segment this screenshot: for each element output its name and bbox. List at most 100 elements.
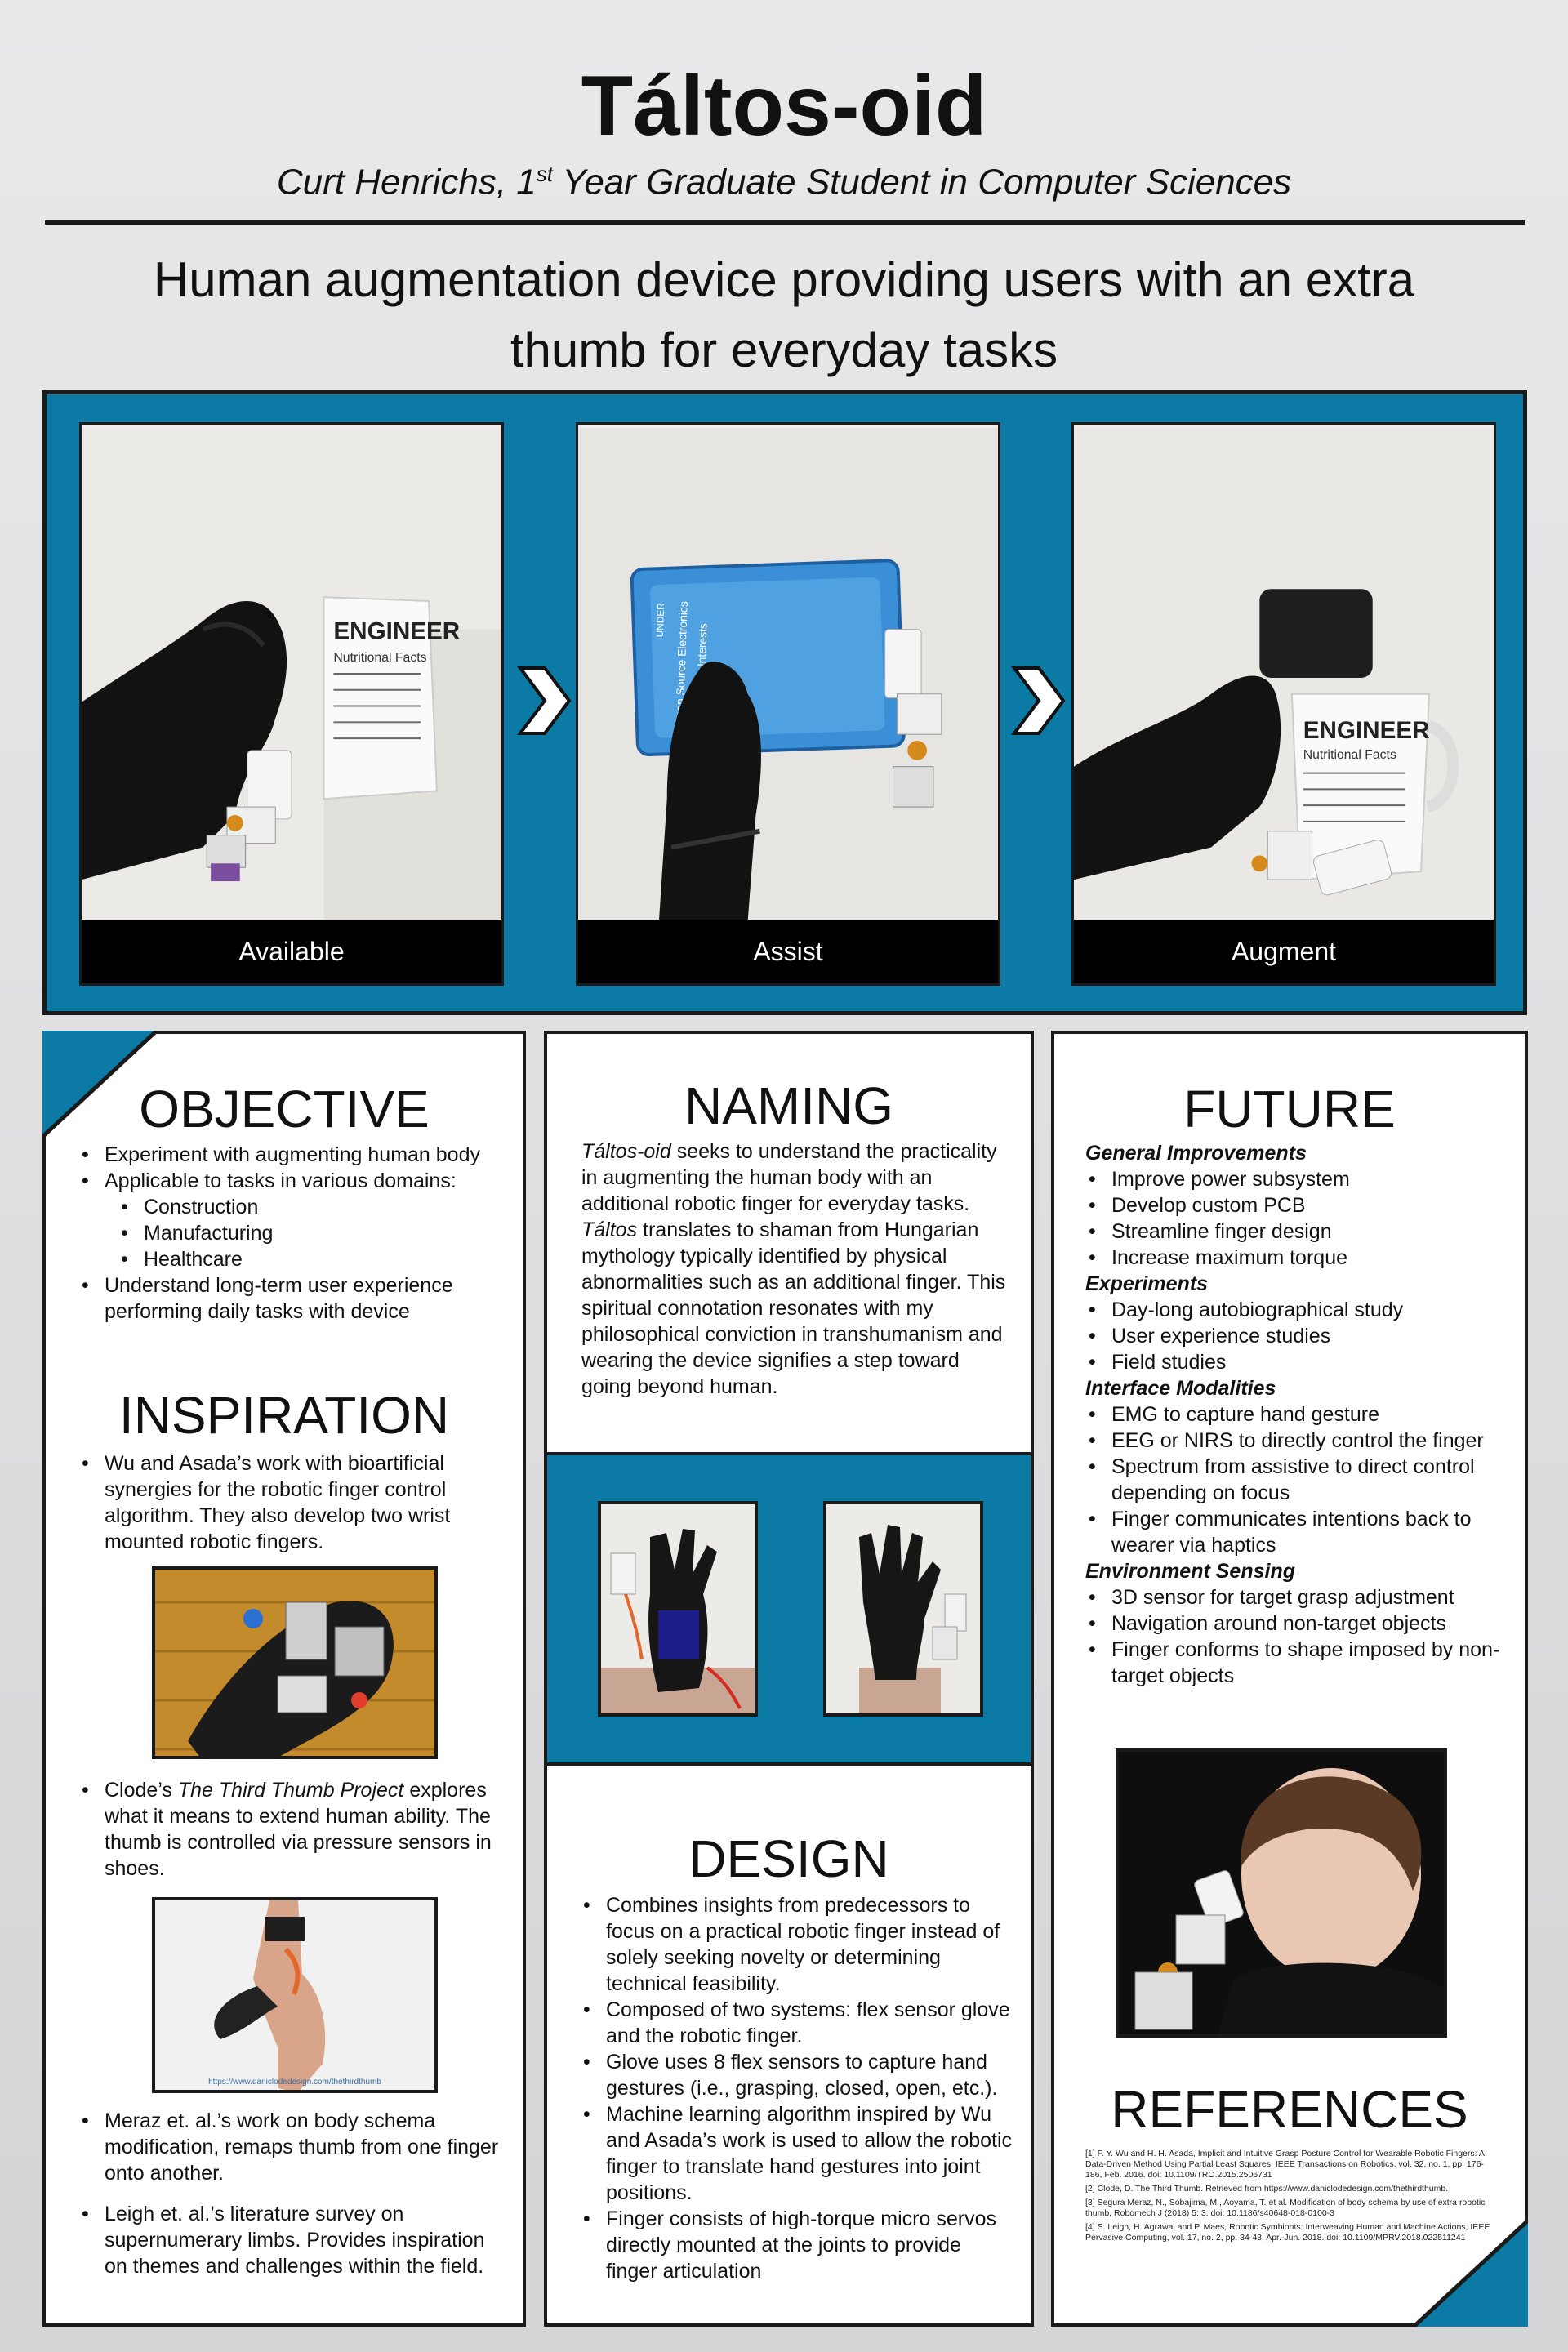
list-item: Finger conforms to shape imposed by non-… (1085, 1637, 1510, 1689)
list-item: Clode’s The Third Thumb Project explores… (78, 1777, 503, 1882)
list-item: Navigation around non-target objects (1085, 1610, 1510, 1637)
future-section-title: Experiments (1085, 1272, 1209, 1295)
future-list: 3D sensor for target grasp adjustment Na… (1085, 1584, 1510, 1689)
glove-mug-image: ENGINEER Nutritional Facts (82, 427, 501, 922)
list-item: Experiment with augmenting human body (78, 1142, 511, 1168)
list-item: Streamline finger design (1085, 1218, 1510, 1245)
design-panel: DESIGN Combines insights from predecesso… (544, 1762, 1034, 2327)
list-item: Manufacturing (78, 1220, 511, 1246)
list-item: Applicable to tasks in various domains: (78, 1168, 511, 1194)
naming-text: Táltos-oid seeks to understand the pract… (581, 1138, 1006, 1400)
mug-sublabel: Nutritional Facts (1303, 748, 1396, 762)
design-heading: DESIGN (688, 1829, 889, 1888)
glove-back-photo (823, 1501, 983, 1717)
robotic-fingers-image (155, 1570, 434, 1756)
inspiration-heading: INSPIRATION (118, 1386, 450, 1445)
list-item: Spectrum from assistive to direct contro… (1085, 1454, 1510, 1506)
list-item: Field studies (1085, 1349, 1510, 1375)
author-sup: st (536, 162, 553, 186)
list-item: Improve power subsystem (1085, 1166, 1510, 1192)
inspiration-list-1: Wu and Asada’s work with bioartificial s… (78, 1450, 503, 1555)
list-item: Increase maximum torque (1085, 1245, 1510, 1271)
naming-emphasis: Táltos-oid (581, 1140, 671, 1163)
third-thumb-figure: https://www.daniclodedesign.com/thethird… (152, 1897, 438, 2093)
list-item: Glove uses 8 flex sensors to capture han… (580, 2049, 1013, 2101)
future-content: General Improvements Improve power subsy… (1085, 1140, 1510, 1689)
naming-panel: NAMING Táltos-oid seeks to understand th… (544, 1031, 1034, 1455)
reference-item: [3] Segura Meraz, N., Sobajima, M., Aoya… (1085, 2198, 1486, 2218)
objective-inspiration-panel: OBJECTIVE Experiment with augmenting hum… (42, 1031, 526, 2327)
references-heading: REFERENCES (1111, 2080, 1468, 2139)
future-list: Day-long autobiographical study User exp… (1085, 1297, 1510, 1375)
list-item: Finger communicates intentions back to w… (1085, 1506, 1510, 1558)
list-item: Leigh et. al.’s literature survey on sup… (78, 2201, 503, 2279)
glove-front-photo (598, 1501, 758, 1717)
glove-photos-band (544, 1452, 1034, 1766)
list-item: Day-long autobiographical study (1085, 1297, 1510, 1323)
mug-label: ENGINEER (1303, 717, 1430, 744)
future-section-title: Environment Sensing (1085, 1560, 1295, 1583)
poster-subtitle: Human augmentation device providing user… (49, 245, 1519, 385)
caption-assist: Assist (578, 920, 998, 983)
inspiration-list-2: Clode’s The Third Thumb Project explores… (78, 1777, 503, 1882)
future-heading: FUTURE (1183, 1080, 1396, 1138)
reference-item: [1] F. Y. Wu and H. H. Asada, Implicit a… (1085, 2149, 1485, 2180)
portrait-image (1119, 1752, 1444, 2034)
list-item: Combines insights from predecessors to f… (580, 1892, 1013, 1997)
item-emphasis: The Third Thumb Project (177, 1779, 404, 1802)
inspiration-list-3: Meraz et. al.’s work on body schema modi… (78, 2108, 503, 2279)
list-item: Finger consists of high-torque micro ser… (580, 2206, 1013, 2284)
list-item: 3D sensor for target grasp adjustment (1085, 1584, 1510, 1610)
header-rule (45, 220, 1525, 225)
naming-text-2: translates to shaman from Hungarian myth… (581, 1218, 1006, 1398)
two-mugs-image: ENGINEER Nutritional Facts (1074, 427, 1494, 922)
subtitle-line-2: thumb for everyday tasks (510, 323, 1058, 377)
mug-label: ENGINEER (333, 618, 460, 645)
chevron-right-icon (1011, 666, 1066, 735)
flex-glove-image (601, 1504, 755, 1713)
list-item: Meraz et. al.’s work on body schema modi… (78, 2108, 503, 2186)
wu-asada-figure (152, 1566, 438, 1759)
list-item: Construction (78, 1194, 511, 1220)
objective-heading: OBJECTIVE (139, 1080, 430, 1138)
item-text: Clode’s (105, 1779, 178, 1802)
list-item: User experience studies (1085, 1323, 1510, 1349)
author-portrait (1116, 1748, 1447, 2038)
author-prefix: Curt Henrichs, 1 (276, 162, 537, 203)
third-thumb-image (155, 1900, 434, 2090)
photo-banner: ENGINEER Nutritional Facts Available Ope… (42, 390, 1527, 1015)
list-item: Develop custom PCB (1085, 1192, 1510, 1218)
subtitle-line-1: Human augmentation device providing user… (153, 252, 1415, 307)
naming-emphasis: Táltos (581, 1218, 638, 1241)
author-line: Curt Henrichs, 1st Year Graduate Student… (0, 163, 1568, 201)
future-list: EMG to capture hand gesture EEG or NIRS … (1085, 1401, 1510, 1558)
photo-available: ENGINEER Nutritional Facts Available (79, 422, 504, 986)
objective-list: Experiment with augmenting human body Ap… (78, 1142, 511, 1325)
third-thumb-url[interactable]: https://www.daniclodedesign.com/thethird… (155, 2078, 434, 2087)
list-item: EMG to capture hand gesture (1085, 1401, 1510, 1428)
reference-item: [2] Clode, D. The Third Thumb. Retrieved… (1085, 2184, 1449, 2194)
list-item: Composed of two systems: flex sensor glo… (580, 1997, 1013, 2049)
future-section-title: Interface Modalities (1085, 1377, 1276, 1400)
caption-available: Available (82, 920, 501, 983)
list-item: Wu and Asada’s work with bioartificial s… (78, 1450, 503, 1555)
list-item: Understand long-term user experience per… (78, 1272, 511, 1325)
corner-accent (1414, 2221, 1528, 2327)
photo-augment: ENGINEER Nutritional Facts Augment (1071, 422, 1496, 986)
list-item: Healthcare (78, 1246, 511, 1272)
future-references-panel: FUTURE General Improvements Improve powe… (1051, 1031, 1528, 2327)
future-section-title: General Improvements (1085, 1142, 1307, 1165)
poster-title: Táltos-oid (581, 59, 987, 154)
photo-assist: Open Source Electronics Developing Inter… (576, 422, 1000, 986)
glove-palm-image (826, 1504, 980, 1713)
box-brand: UNDER (654, 603, 666, 638)
list-item: EEG or NIRS to directly control the fing… (1085, 1428, 1510, 1454)
glove-box-image: Open Source Electronics Developing Inter… (578, 427, 998, 922)
chevron-right-icon (517, 666, 572, 735)
caption-augment: Augment (1074, 920, 1494, 983)
naming-heading: NAMING (684, 1076, 893, 1135)
design-list: Combines insights from predecessors to f… (580, 1892, 1013, 2284)
author-suffix: Year Graduate Student in Computer Scienc… (552, 162, 1292, 203)
mug-sublabel: Nutritional Facts (333, 651, 426, 665)
future-list: Improve power subsystem Develop custom P… (1085, 1166, 1510, 1271)
